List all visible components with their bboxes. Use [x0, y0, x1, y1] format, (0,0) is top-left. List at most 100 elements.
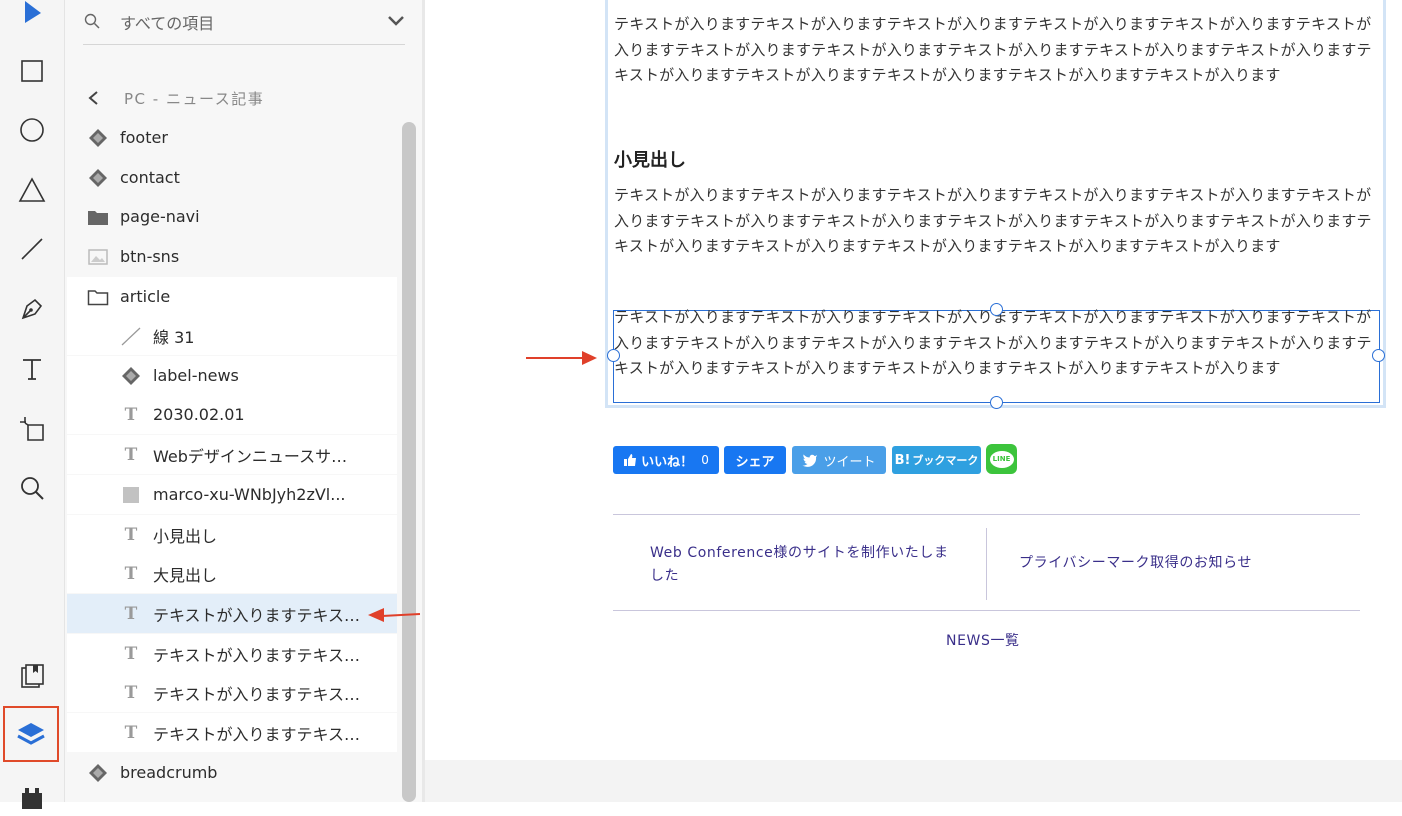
- layer-label: 小見出し: [153, 526, 218, 546]
- tweet-label: ツイート: [823, 454, 876, 470]
- divider-vertical: [986, 528, 987, 600]
- rectangle-tool[interactable]: [12, 51, 52, 91]
- layer-label: btn-sns: [120, 247, 180, 266]
- layer-row[interactable]: T 大見出し: [67, 554, 397, 593]
- like-count: 0: [701, 453, 709, 467]
- facebook-share-button[interactable]: シェア: [724, 446, 786, 474]
- triangle-icon: [18, 177, 46, 202]
- facebook-like-button[interactable]: いいね！ 0: [613, 446, 719, 474]
- layer-row[interactable]: label-news: [67, 356, 397, 395]
- divider-top: [613, 514, 1360, 515]
- paragraph-2[interactable]: テキストが入りますテキストが入りますテキストが入りますテキストが入りますテキスト…: [614, 183, 1374, 260]
- layer-label: page-navi: [120, 207, 200, 226]
- layer-row[interactable]: T 2030.02.01: [67, 395, 397, 434]
- line-logo-icon: LINE: [989, 450, 1014, 468]
- text-icon: T: [124, 722, 138, 743]
- hatena-label: ブックマーク: [912, 454, 979, 467]
- layer-row[interactable]: T テキストが入りますテキス…: [67, 713, 397, 752]
- search-filter-label: すべての項目: [120, 14, 215, 33]
- scrollbar[interactable]: [402, 122, 416, 802]
- line-tool[interactable]: [12, 229, 52, 269]
- paragraph-3[interactable]: テキストが入りますテキストが入りますテキストが入りますテキストが入りますテキスト…: [614, 305, 1374, 382]
- text-tool[interactable]: [12, 349, 52, 389]
- layer-row[interactable]: btn-sns: [67, 237, 397, 276]
- layer-row[interactable]: page-navi: [67, 197, 397, 236]
- magnifier-icon: [21, 477, 44, 500]
- layers-panel-button[interactable]: [3, 706, 59, 762]
- line-icon: [21, 238, 43, 260]
- component-icon: [87, 167, 109, 189]
- twitter-bird-icon: [802, 454, 818, 467]
- chevron-left-icon[interactable]: [87, 90, 99, 106]
- next-article-link[interactable]: プライバシーマーク取得のお知らせ: [1019, 552, 1252, 572]
- assets-panel-button[interactable]: [12, 656, 52, 696]
- like-label: いいね！: [641, 454, 694, 470]
- plugins-button[interactable]: [12, 776, 52, 816]
- layer-row[interactable]: T 小見出し: [67, 515, 397, 554]
- layer-row[interactable]: T テキストが入りますテキス…: [67, 673, 397, 712]
- text-icon: T: [124, 643, 138, 664]
- news-list-link[interactable]: NEWS一覧: [946, 630, 1020, 650]
- layer-label: 線 31: [153, 327, 195, 347]
- pen-tool[interactable]: [12, 289, 52, 329]
- resize-handle-right[interactable]: [1372, 349, 1385, 362]
- layer-row[interactable]: contact: [67, 158, 397, 197]
- layer-row[interactable]: breadcrumb: [67, 753, 397, 792]
- hatena-bookmark-button[interactable]: B! ブックマーク: [892, 446, 981, 474]
- ellipse-tool[interactable]: [12, 110, 52, 150]
- resize-handle-bottom[interactable]: [990, 396, 1003, 409]
- zoom-tool[interactable]: [12, 468, 52, 508]
- hatena-b-icon: B!: [894, 452, 911, 468]
- layers-panel: すべての項目 PC - ニュース記事 footer contact page-nav…: [65, 0, 425, 802]
- annotation-arrow-left-icon: [368, 608, 420, 622]
- text-icon: T: [124, 603, 138, 624]
- layer-row[interactable]: T テキストが入りますテキス…: [67, 594, 397, 633]
- layer-row[interactable]: 線 31: [67, 316, 397, 355]
- layer-label: Webデザインニュースサ…: [153, 446, 348, 466]
- layer-label: テキストが入りますテキス…: [153, 605, 361, 625]
- text-icon: [23, 359, 41, 380]
- layer-row[interactable]: marco-xu-WNbJyh2zVl...: [67, 475, 397, 514]
- pen-icon: [21, 298, 43, 320]
- text-icon: T: [124, 404, 138, 425]
- layer-label: contact: [120, 168, 180, 187]
- text-icon: T: [124, 682, 138, 703]
- layer-search[interactable]: すべての項目: [83, 0, 405, 45]
- plugin-icon: [22, 788, 42, 809]
- share-label: シェア: [735, 454, 775, 470]
- resize-handle-top[interactable]: [990, 303, 1003, 316]
- select-tool[interactable]: [12, 0, 52, 32]
- layers-icon: [17, 723, 45, 745]
- folder-icon: [87, 206, 109, 228]
- component-icon: [120, 365, 142, 387]
- thumbs-up-icon: [624, 454, 637, 466]
- tweet-button[interactable]: ツイート: [792, 446, 886, 474]
- paragraph-1[interactable]: テキストが入りますテキストが入りますテキストが入りますテキストが入りますテキスト…: [614, 12, 1374, 89]
- ellipse-icon: [20, 118, 44, 142]
- artboard-tool[interactable]: [12, 409, 52, 449]
- rectangle-icon: [120, 484, 142, 506]
- triangle-tool[interactable]: [12, 170, 52, 210]
- layer-row[interactable]: T テキストが入りますテキス…: [67, 634, 397, 673]
- pointer-icon: [25, 1, 41, 23]
- resize-handle-left[interactable]: [607, 349, 620, 362]
- component-icon: [87, 762, 109, 784]
- image-icon: [87, 246, 109, 268]
- chevron-down-icon[interactable]: [387, 15, 405, 27]
- pasteboard: [425, 760, 1402, 802]
- layer-label: marco-xu-WNbJyh2zVl...: [153, 485, 346, 504]
- layer-row[interactable]: article: [67, 277, 397, 316]
- subheading[interactable]: 小見出し: [614, 146, 686, 172]
- folder-open-icon: [87, 286, 109, 308]
- layer-label: article: [120, 287, 171, 306]
- layer-row[interactable]: T Webデザインニュースサ…: [67, 435, 397, 474]
- breadcrumb[interactable]: PC - ニュース記事: [87, 86, 387, 110]
- search-icon: [84, 13, 100, 29]
- layer-row[interactable]: footer: [67, 118, 397, 157]
- component-icon: [87, 127, 109, 149]
- annotation-arrow-right-icon: [526, 351, 597, 365]
- rectangle-icon: [21, 60, 43, 82]
- prev-article-link[interactable]: Web Conference様のサイトを制作いたしました: [650, 542, 950, 588]
- line-share-button[interactable]: LINE: [986, 444, 1017, 474]
- layer-label: label-news: [153, 366, 239, 385]
